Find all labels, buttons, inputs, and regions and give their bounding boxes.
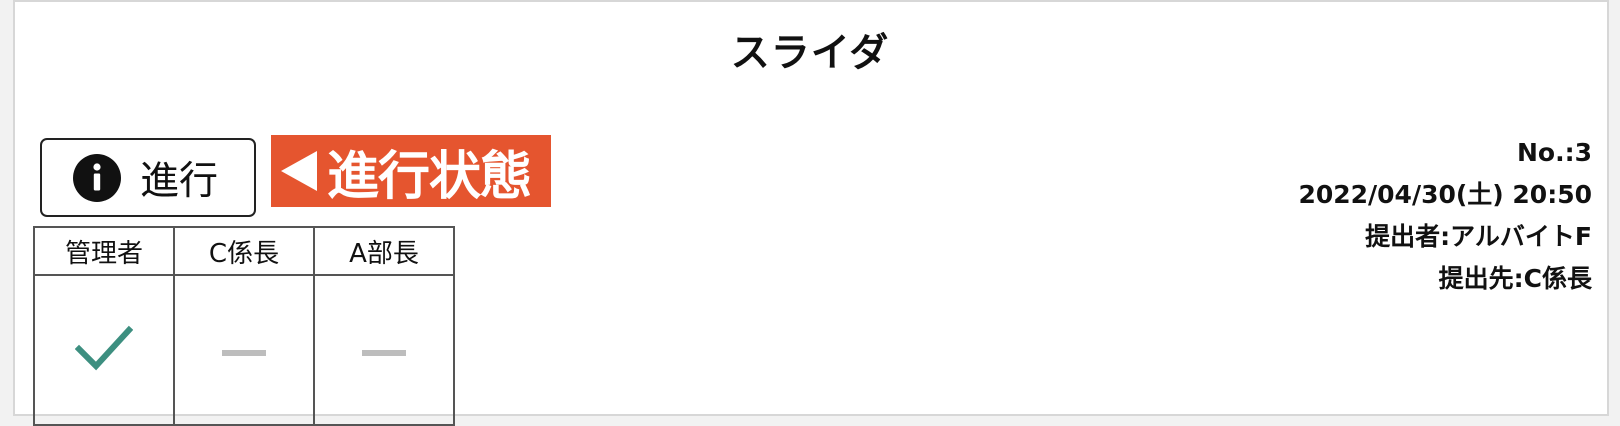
- approval-status-row: [33, 274, 455, 426]
- progress-button[interactable]: 進行: [40, 138, 256, 217]
- status-badge: 進行状態: [271, 135, 551, 207]
- status-badge-label: 進行状態: [327, 146, 532, 207]
- document-submitter: 提出者:アルバイトF: [1365, 222, 1592, 251]
- pending-dash-icon: [222, 349, 266, 356]
- approval-cell-c-chief: [173, 274, 315, 426]
- approval-header-row: 管理者 C係長 A部長: [33, 226, 455, 276]
- approval-cell-admin: [33, 274, 175, 426]
- document-meta: No.:3 2022/04/30(土) 20:50 提出者:アルバイトF 提出先…: [1298, 132, 1592, 300]
- check-icon: [74, 325, 134, 371]
- approver-header-c-chief: C係長: [173, 226, 315, 276]
- info-icon: [73, 153, 121, 202]
- document-datetime: 2022/04/30(土) 20:50: [1298, 180, 1592, 209]
- approval-cell-a-manager: [313, 274, 455, 426]
- approver-header-admin: 管理者: [33, 226, 175, 276]
- page-title: スライダ: [730, 31, 890, 76]
- progress-button-label: 進行: [140, 158, 219, 204]
- document-number: No.:3: [1517, 138, 1592, 167]
- approval-table: 管理者 C係長 A部長: [33, 226, 455, 426]
- approver-header-a-manager: A部長: [313, 226, 455, 276]
- pending-dash-icon: [362, 349, 406, 356]
- triangle-left-icon: [281, 151, 317, 191]
- document-destination: 提出先:C係長: [1438, 264, 1592, 293]
